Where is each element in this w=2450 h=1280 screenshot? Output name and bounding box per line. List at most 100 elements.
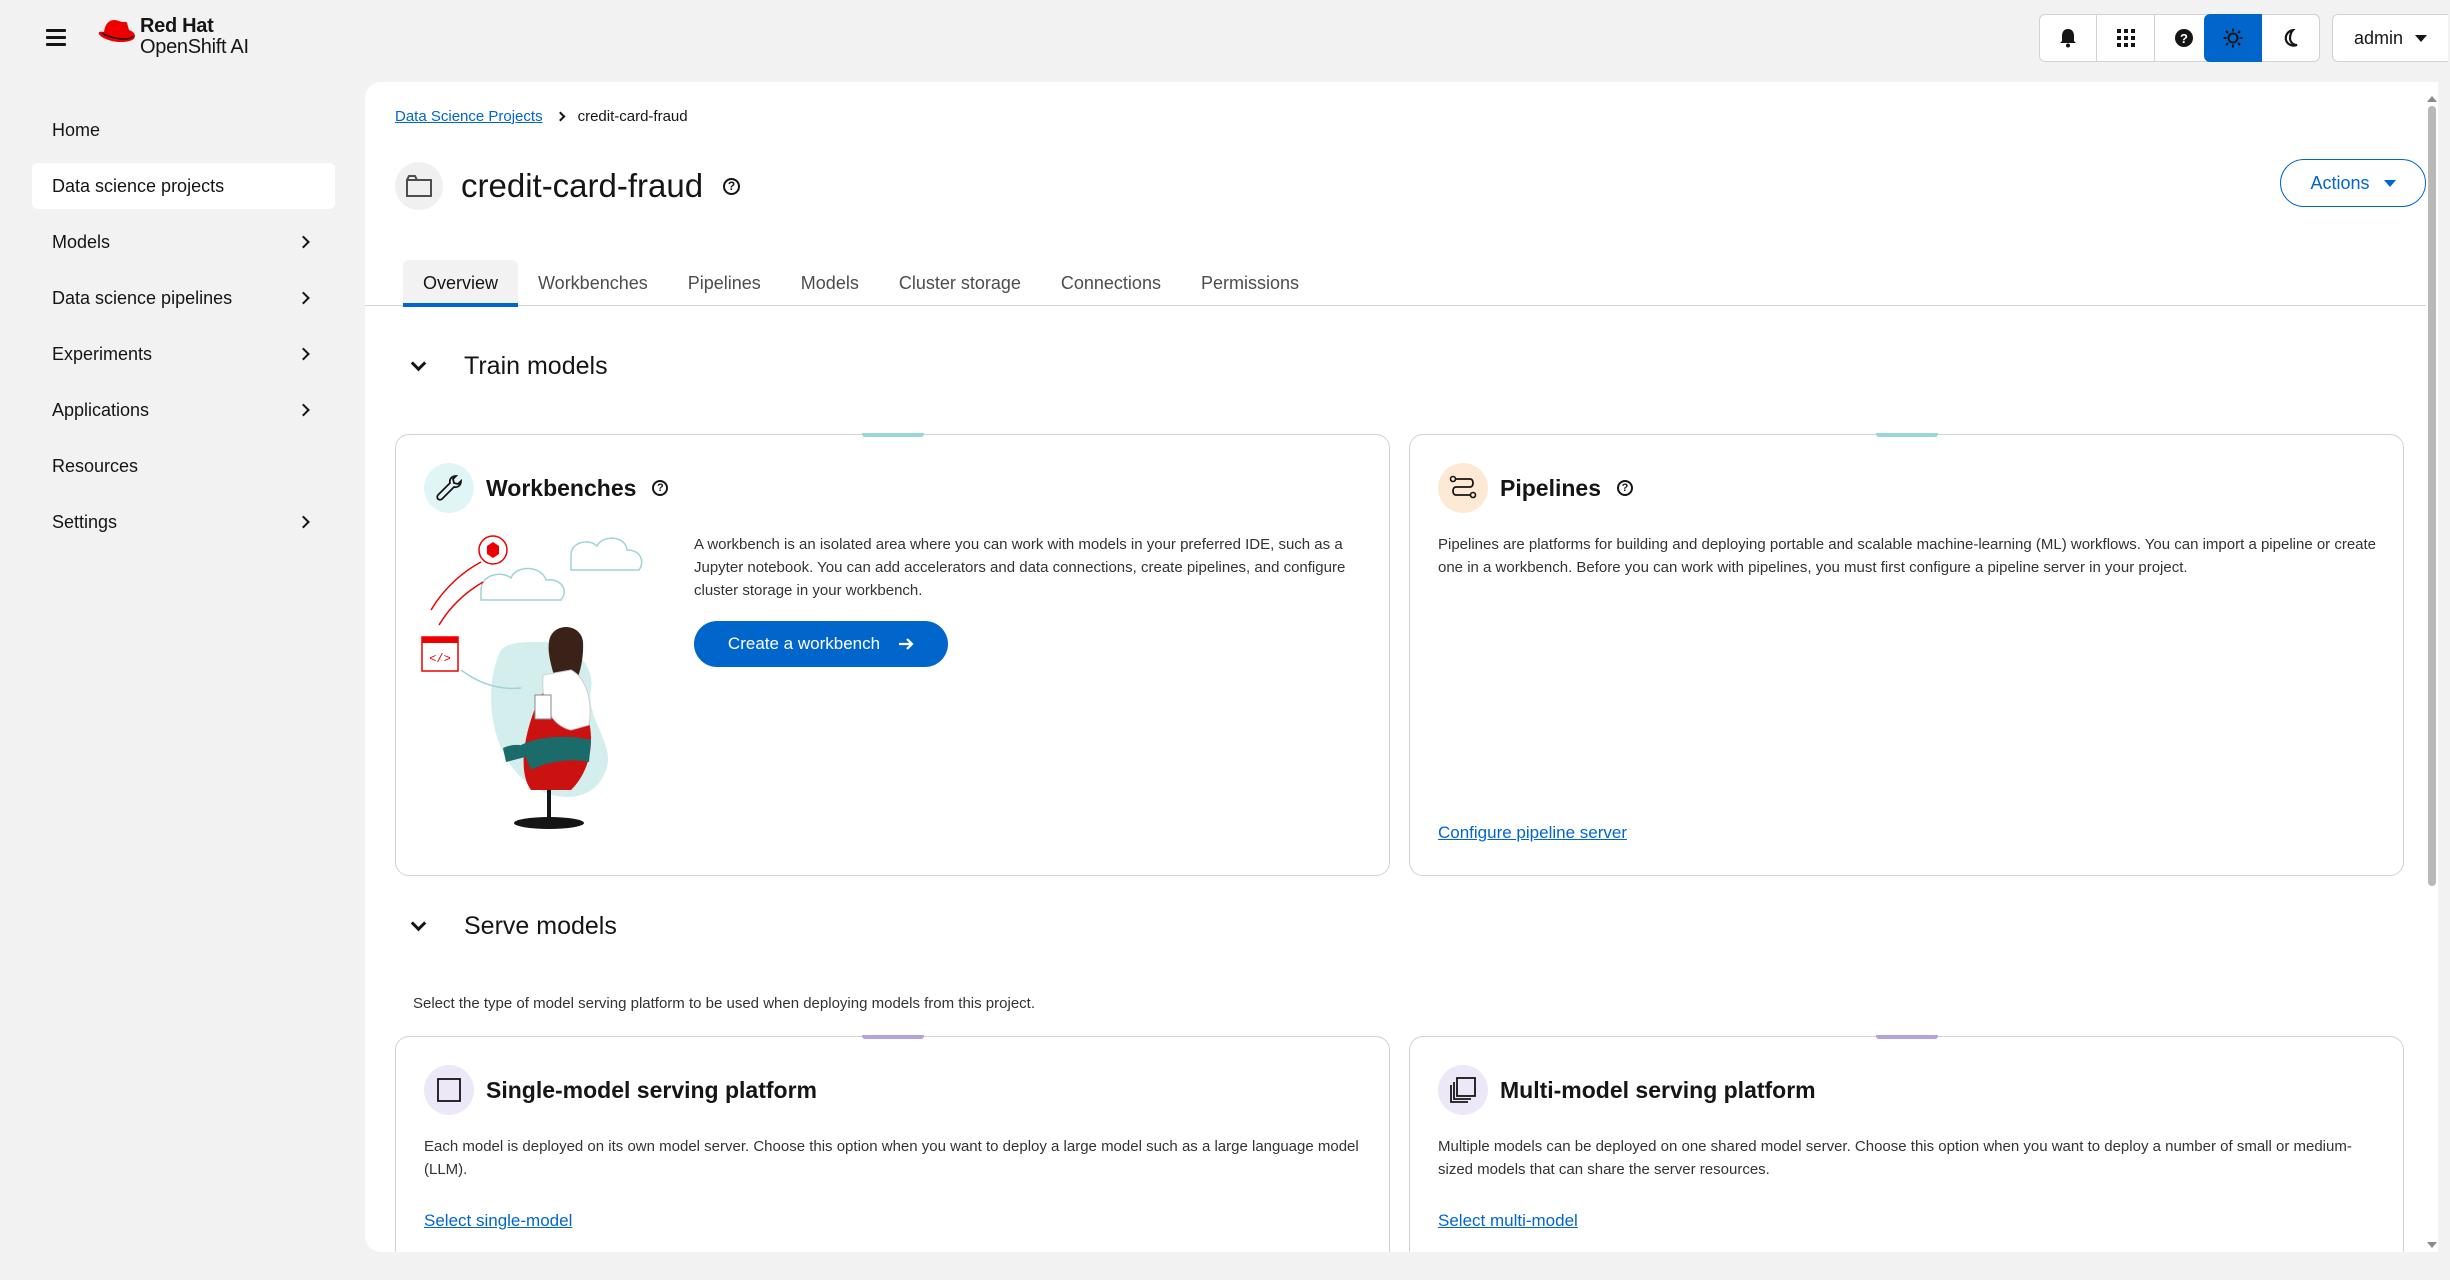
scroll-thumb[interactable] — [2428, 106, 2436, 886]
single-model-icon — [424, 1065, 474, 1115]
chevron-right-icon — [297, 403, 310, 417]
section-title: Serve models — [464, 912, 617, 940]
sidebar-item-label: Applications — [52, 399, 150, 420]
svg-text:</>: </> — [429, 652, 451, 666]
hamburger-menu-icon[interactable] — [44, 26, 68, 50]
sidebar-item-label: Data science pipelines — [52, 287, 233, 308]
configure-pipeline-server-link[interactable]: Configure pipeline server — [1438, 823, 1627, 843]
create-workbench-button[interactable]: Create a workbench — [694, 621, 948, 667]
chevron-down-icon[interactable] — [410, 915, 427, 932]
chevron-right-icon — [297, 515, 310, 529]
breadcrumb-separator-icon — [555, 111, 566, 122]
sidebar-item-resources[interactable]: Resources — [0, 438, 360, 494]
sidebar-item-models[interactable]: Models — [0, 214, 360, 270]
red-hat-icon — [98, 20, 135, 42]
chevron-down-icon[interactable] — [410, 355, 427, 372]
chevron-right-icon — [297, 347, 310, 361]
app-launcher-button[interactable] — [2097, 14, 2155, 62]
project-header: credit-card-fraud ? — [395, 162, 741, 210]
wrench-icon — [424, 463, 474, 513]
sidebar-item-label: Data science projects — [52, 175, 225, 196]
single-model-card: Single-model serving platform Each model… — [395, 1035, 1390, 1252]
actions-dropdown-button[interactable]: Actions — [2280, 159, 2426, 207]
help-icon: ? — [2174, 29, 2193, 47]
select-multi-model-link[interactable]: Select multi-model — [1438, 1211, 1578, 1231]
notifications-button[interactable] — [2039, 14, 2097, 62]
sidebar-item-label: Resources — [52, 455, 139, 476]
product-name: OpenShift AI — [140, 36, 249, 58]
workbenches-card: Workbenches ? </> A workbench is an isol… — [395, 433, 1390, 876]
card-header: Single-model serving platform — [424, 1065, 817, 1115]
card-header: Pipelines ? — [1438, 463, 1633, 513]
bell-icon — [2060, 29, 2076, 48]
multi-model-card: Multi-model serving platform Multiple mo… — [1409, 1035, 2404, 1252]
card-accent-tab — [861, 433, 924, 437]
tab-label: Pipelines — [687, 272, 761, 293]
breadcrumb-current: credit-card-fraud — [577, 108, 688, 125]
user-menu[interactable]: admin — [2332, 14, 2448, 62]
card-header: Multi-model serving platform — [1438, 1065, 1816, 1115]
tab-label: Models — [800, 272, 859, 293]
help-icon[interactable]: ? — [652, 480, 669, 496]
actions-label: Actions — [2310, 172, 2370, 193]
brand-name: Red Hat — [140, 15, 214, 37]
card-title: Single-model serving platform — [486, 1076, 817, 1103]
card-header: Workbenches ? — [424, 463, 669, 513]
pipeline-icon — [1438, 463, 1488, 513]
dark-theme-button[interactable] — [2262, 14, 2320, 62]
card-description: A workbench is an isolated area where yo… — [694, 536, 1346, 599]
scroll-up-arrow[interactable] — [2427, 96, 2437, 102]
caret-down-icon — [2383, 179, 2396, 187]
select-single-model-link[interactable]: Select single-model — [424, 1211, 572, 1231]
brand-logo[interactable]: Red Hat OpenShift AI — [96, 16, 249, 62]
workbench-illustration: </> — [421, 535, 643, 829]
sidebar-item-home[interactable]: Home — [0, 102, 360, 158]
sidebar-nav: Home Data science projects Models Data s… — [0, 102, 360, 550]
sidebar-item-applications[interactable]: Applications — [0, 382, 360, 438]
pipelines-card: Pipelines ? Pipelines are platforms for … — [1409, 433, 2404, 876]
sidebar-item-label: Settings — [52, 511, 118, 532]
sidebar-item-data-science-pipelines[interactable]: Data science pipelines — [0, 270, 360, 326]
card-description: Each model is deployed on its own model … — [424, 1138, 1359, 1178]
scrollbar[interactable] — [2426, 96, 2437, 1248]
sidebar-item-label: Models — [52, 231, 111, 252]
train-models-section-header: Train models — [410, 352, 608, 381]
grid-icon — [2116, 29, 2135, 47]
serve-models-description: Select the type of model serving platfor… — [413, 995, 1035, 1012]
section-title: Train models — [464, 352, 608, 380]
project-tabs: Overview Workbenches Pipelines Models Cl… — [365, 260, 2426, 307]
tab-connections[interactable]: Connections — [1041, 260, 1181, 306]
light-theme-button[interactable] — [2204, 14, 2262, 62]
tab-pipelines[interactable]: Pipelines — [668, 260, 781, 306]
project-folder-icon — [395, 162, 443, 210]
card-description: Multiple models can be deployed on one s… — [1438, 1138, 2352, 1178]
svg-text:?: ? — [2180, 31, 2188, 46]
multi-model-icon — [1438, 1065, 1488, 1115]
help-icon[interactable]: ? — [1616, 480, 1633, 496]
serve-models-section-header: Serve models — [410, 912, 617, 941]
card-accent-tab — [861, 1035, 924, 1039]
tab-workbenches[interactable]: Workbenches — [518, 260, 668, 306]
scroll-down-arrow[interactable] — [2427, 1242, 2437, 1248]
button-label: Create a workbench — [727, 634, 881, 653]
username: admin — [2353, 27, 2404, 48]
sidebar-item-label: Home — [52, 119, 101, 140]
sidebar-item-experiments[interactable]: Experiments — [0, 326, 360, 382]
tab-label: Cluster storage — [898, 272, 1021, 293]
masthead: Red Hat OpenShift AI ? admin — [0, 0, 2450, 78]
card-title: Pipelines — [1500, 474, 1601, 501]
main-content: Data Science Projects credit-card-fraud … — [365, 82, 2438, 1252]
tab-models[interactable]: Models — [781, 260, 879, 306]
breadcrumb-link-projects[interactable]: Data Science Projects — [395, 108, 543, 125]
sidebar-item-settings[interactable]: Settings — [0, 494, 360, 550]
tab-cluster-storage[interactable]: Cluster storage — [879, 260, 1041, 306]
card-accent-tab — [1875, 433, 1938, 437]
sun-icon — [2223, 28, 2243, 48]
help-icon[interactable]: ? — [723, 177, 741, 195]
tab-label: Connections — [1060, 272, 1161, 293]
sidebar-item-data-science-projects[interactable]: Data science projects — [32, 163, 335, 209]
tab-overview[interactable]: Overview — [403, 260, 519, 307]
tab-permissions[interactable]: Permissions — [1181, 260, 1319, 306]
chevron-right-icon — [297, 235, 310, 249]
caret-down-icon — [2415, 34, 2428, 42]
